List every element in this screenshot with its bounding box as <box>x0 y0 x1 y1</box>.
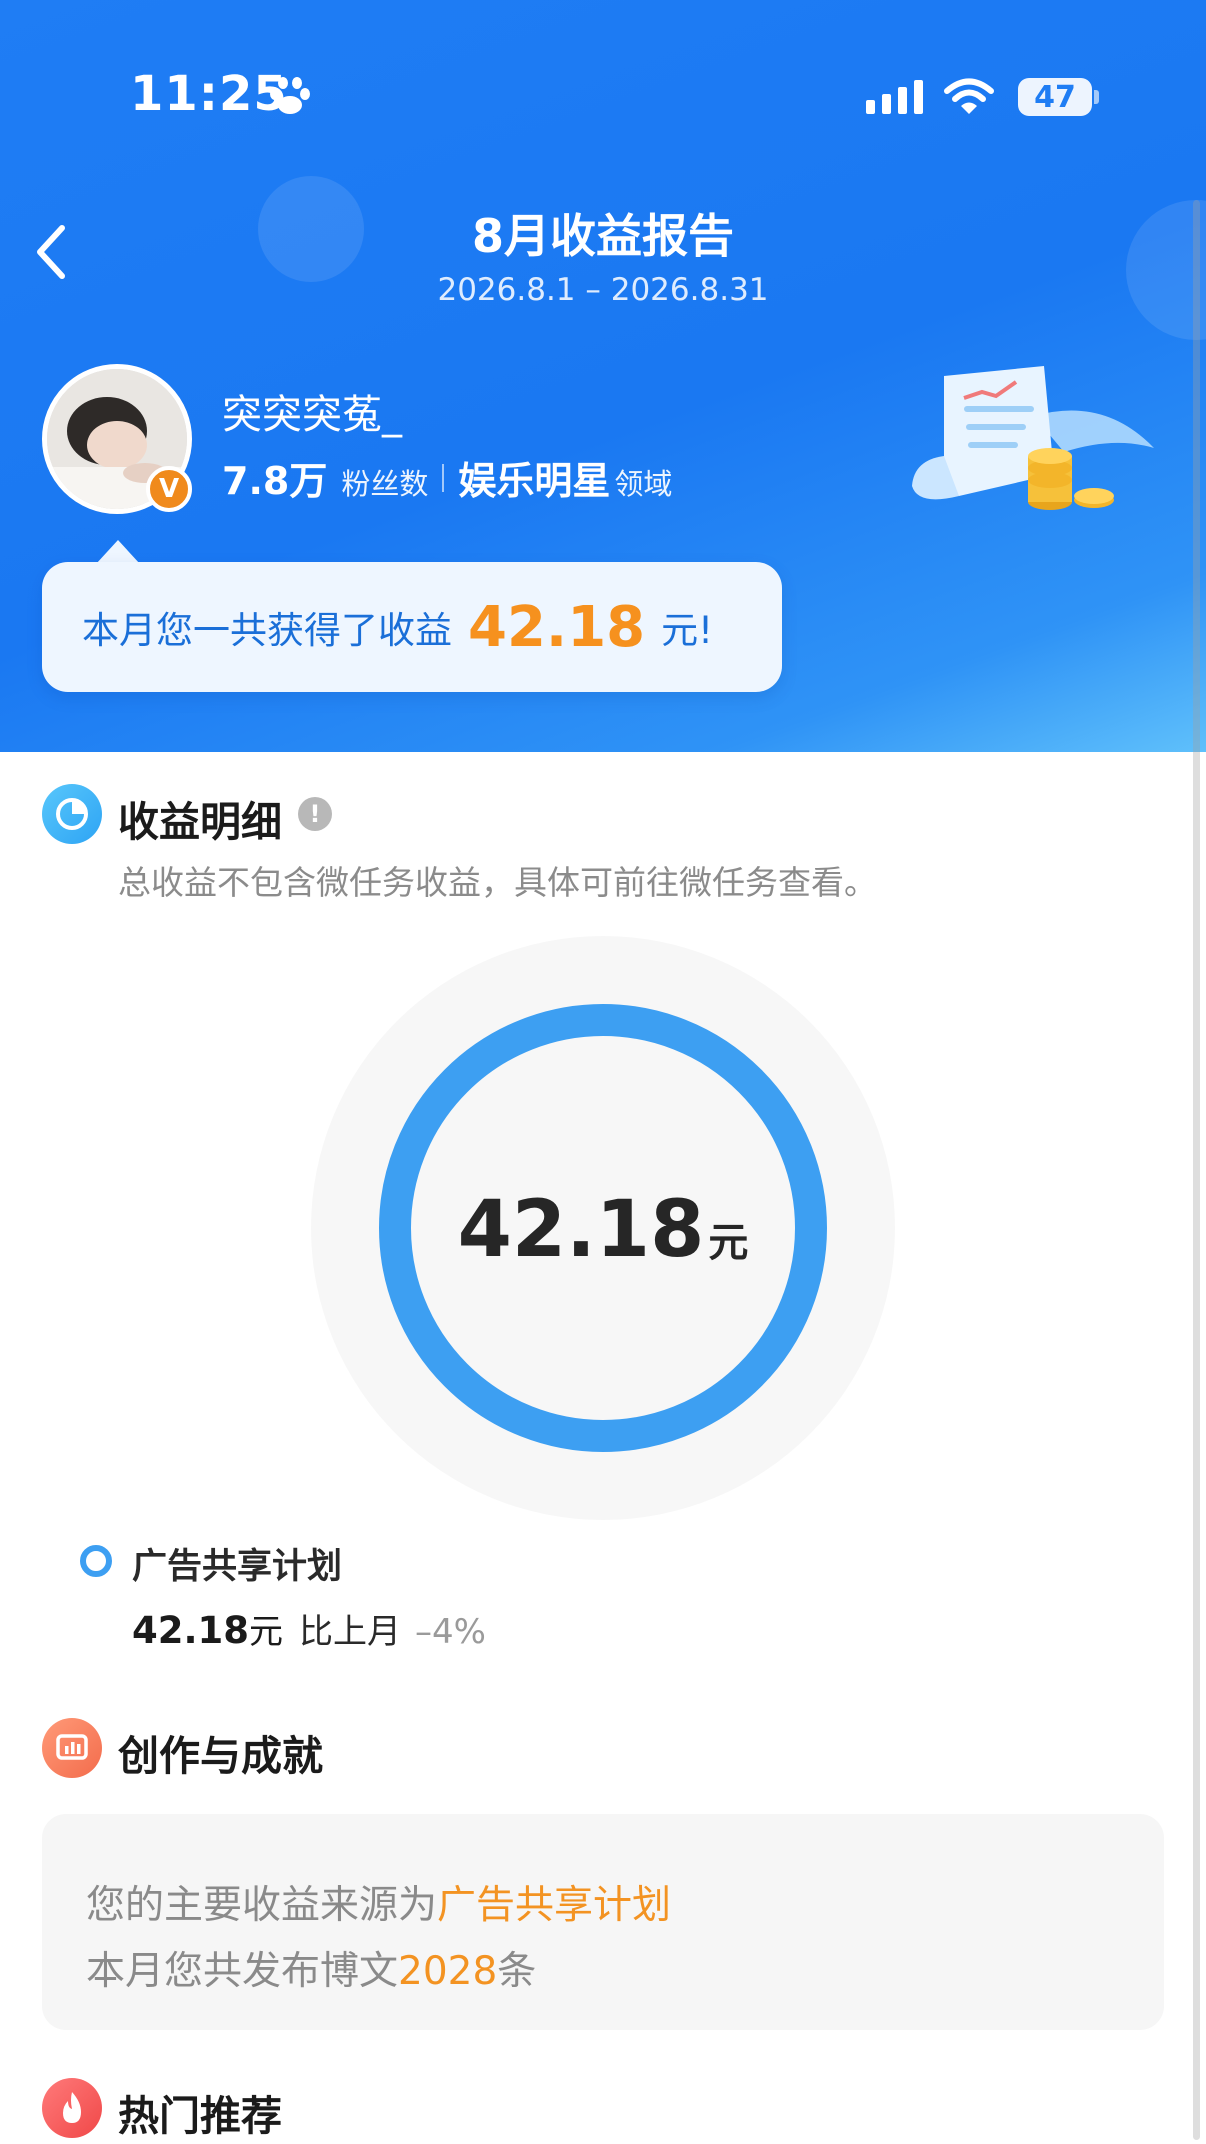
legend-name: 广告共享计划 <box>132 1547 343 1587</box>
creation-title: 创作与成就 <box>118 1732 323 1780</box>
posts-count-line: 本月您共发布博文2028条 <box>86 1940 536 1996</box>
date-range: 2026.8.1 – 2026.8.31 <box>437 272 769 308</box>
summary-prefix: 本月您一共获得了收益 <box>82 609 452 652</box>
legend-marker <box>80 1545 112 1577</box>
main-source-highlight: 广告共享计划 <box>437 1883 672 1928</box>
donut-total-value: 42.18 <box>457 1185 705 1275</box>
page-title: 8月收益报告 <box>471 209 734 263</box>
bubble-tail <box>96 540 140 564</box>
fans-label: 粉丝数 <box>341 467 429 501</box>
domain-suffix: 领域 <box>614 467 673 501</box>
pie-chart-icon <box>42 784 102 844</box>
wifi-icon <box>944 78 994 114</box>
signal-icon <box>866 80 923 114</box>
bar-chart-icon <box>42 1718 102 1778</box>
hot-recommend-title: 热门推荐 <box>118 2092 282 2140</box>
posts-count-value: 2028 <box>398 1949 498 1994</box>
legend-values: 42.18 元 比上月 –4% <box>132 1604 486 1653</box>
legend-compare-label: 比上月 <box>299 1612 402 1652</box>
paw-icon <box>270 77 310 114</box>
fans-count: 7.8万 <box>222 459 328 503</box>
donut-total: 42.18 元 <box>0 1185 1206 1275</box>
main-source-line: 您的主要收益来源为广告共享计划 <box>86 1874 671 1930</box>
legend-change: –4% <box>415 1612 486 1652</box>
username: 突突突菟_ <box>222 392 402 438</box>
battery-indicator: 47 <box>1018 78 1092 116</box>
scrollbar[interactable] <box>1193 200 1200 2140</box>
info-icon[interactable]: ! <box>298 797 332 831</box>
fans-row: 7.8万 粉丝数 娱乐明星 领域 <box>222 450 672 505</box>
earnings-detail-title: 收益明细 <box>118 798 282 846</box>
legend-value: 42.18 <box>132 1609 250 1652</box>
fire-icon <box>42 2078 102 2138</box>
divider <box>442 463 445 492</box>
summary-amount: 42.18 <box>468 594 646 660</box>
battery-tip <box>1094 90 1099 104</box>
posts-count-suffix: 条 <box>497 1949 537 1994</box>
status-time: 11:25 <box>130 66 288 122</box>
summary-suffix: 元! <box>661 609 713 652</box>
earnings-detail-description: 总收益不包含微任务收益，具体可前往微任务查看。 <box>118 863 877 902</box>
main-source-prefix: 您的主要收益来源为 <box>86 1883 438 1928</box>
verified-badge: V <box>146 466 192 512</box>
donut-total-unit: 元 <box>708 1220 749 1266</box>
domain-name: 娱乐明星 <box>458 459 611 503</box>
earnings-summary-bubble: 本月您一共获得了收益 42.18 元! <box>42 562 782 692</box>
receipt-coins-illustration <box>912 366 1154 510</box>
legend-unit: 元 <box>249 1612 284 1652</box>
posts-count-prefix: 本月您共发布博文 <box>86 1949 399 1994</box>
